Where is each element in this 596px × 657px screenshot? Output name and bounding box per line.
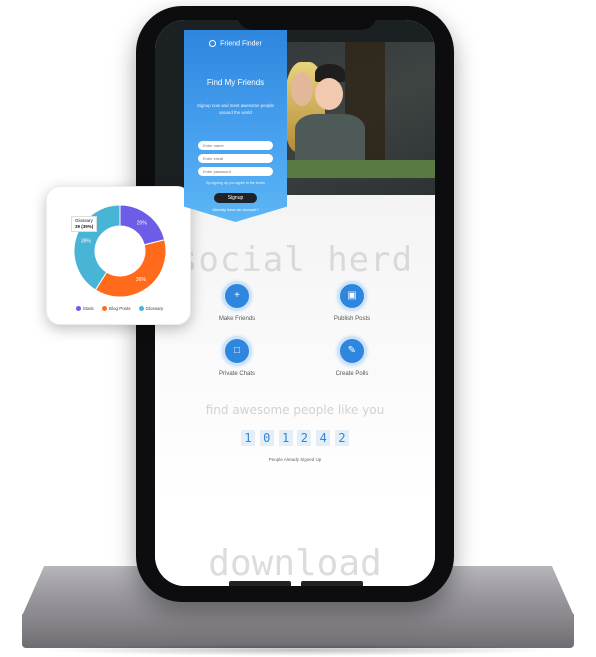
feature-publish-posts[interactable]: ▣ Publish Posts — [312, 281, 392, 322]
counter-digit: 2 — [334, 430, 349, 446]
section-title: social herd — [176, 240, 414, 280]
email-field[interactable] — [198, 154, 273, 163]
slice-label: 36% — [136, 277, 147, 283]
donut-chart-card: 20% 36% 39% Glossary 39 (39%) Static Blog … — [46, 186, 191, 325]
legend-label: Blog Posts — [108, 306, 131, 311]
chart-tooltip: Glossary 39 (39%) — [71, 216, 98, 232]
brand: Friend Finder — [184, 40, 287, 47]
add-user-icon: + — [222, 281, 252, 311]
phone-notch — [237, 8, 377, 30]
download-title: download — [208, 543, 382, 584]
image-icon: ▣ — [337, 281, 367, 311]
play-store-button[interactable] — [301, 581, 363, 586]
counter-note: People Already Signed Up — [268, 457, 322, 462]
tooltip-value: 39 (39%) — [75, 224, 94, 229]
feature-label: Make Friends — [218, 316, 256, 322]
signup-button[interactable]: Signup — [214, 193, 257, 203]
legend-item-static[interactable]: Static — [75, 306, 94, 311]
legend-label: Static — [82, 306, 94, 311]
slice-label: 20% — [137, 220, 148, 226]
feature-create-polls[interactable]: ✎ Create Polls — [312, 336, 392, 377]
legend-swatch — [138, 306, 144, 311]
legend-label: Glossary — [145, 306, 164, 311]
feature-label: Create Polls — [335, 371, 369, 377]
chart-legend: Static Blog Posts Glossary — [47, 306, 192, 311]
counter-digit: 4 — [316, 430, 331, 446]
stage: Friend Finder Find My Friends Signup now… — [0, 0, 596, 657]
circle-logo-icon — [209, 40, 217, 47]
slice-label: 39% — [81, 239, 92, 245]
legend-swatch — [101, 306, 107, 311]
feature-label: Private Chats — [218, 371, 255, 377]
legend-item-blog-posts[interactable]: Blog Posts — [101, 306, 131, 311]
terms-text: By signing up you agree to the terms — [206, 181, 265, 185]
feature-make-friends[interactable]: + Make Friends — [197, 281, 277, 322]
legend-item-glossary[interactable]: Glossary — [138, 306, 164, 311]
edit-icon: ✎ — [337, 336, 367, 366]
name-field[interactable] — [198, 141, 273, 150]
hero-photo — [285, 42, 435, 212]
signup-counter: 1 0 1 2 4 2 — [241, 430, 349, 448]
signup-heading: Find My Friends — [206, 78, 265, 87]
find-people-title: find awesome people like you — [205, 403, 385, 417]
legend-swatch — [75, 306, 81, 311]
signup-subheading: Signup now and meet awesome people aroun… — [197, 103, 274, 115]
feature-label: Publish Posts — [333, 316, 371, 322]
brand-name: Friend Finder — [220, 40, 262, 48]
chat-icon: □ — [222, 336, 252, 366]
pedestal-shadow — [40, 644, 556, 656]
counter-digit: 1 — [241, 430, 255, 446]
counter-digit: 1 — [278, 430, 293, 446]
app-store-button[interactable] — [229, 581, 291, 586]
password-field[interactable] — [198, 167, 273, 176]
signup-panel: Friend Finder Find My Friends Signup now… — [184, 30, 287, 222]
donut-slice-blog-posts[interactable] — [94, 239, 167, 298]
counter-digit: 0 — [259, 430, 274, 446]
counter-digit: 2 — [297, 430, 312, 446]
pedestal-front — [22, 614, 574, 648]
feature-private-chats[interactable]: □ Private Chats — [197, 336, 277, 377]
phone-screen: Friend Finder Find My Friends Signup now… — [155, 20, 435, 586]
